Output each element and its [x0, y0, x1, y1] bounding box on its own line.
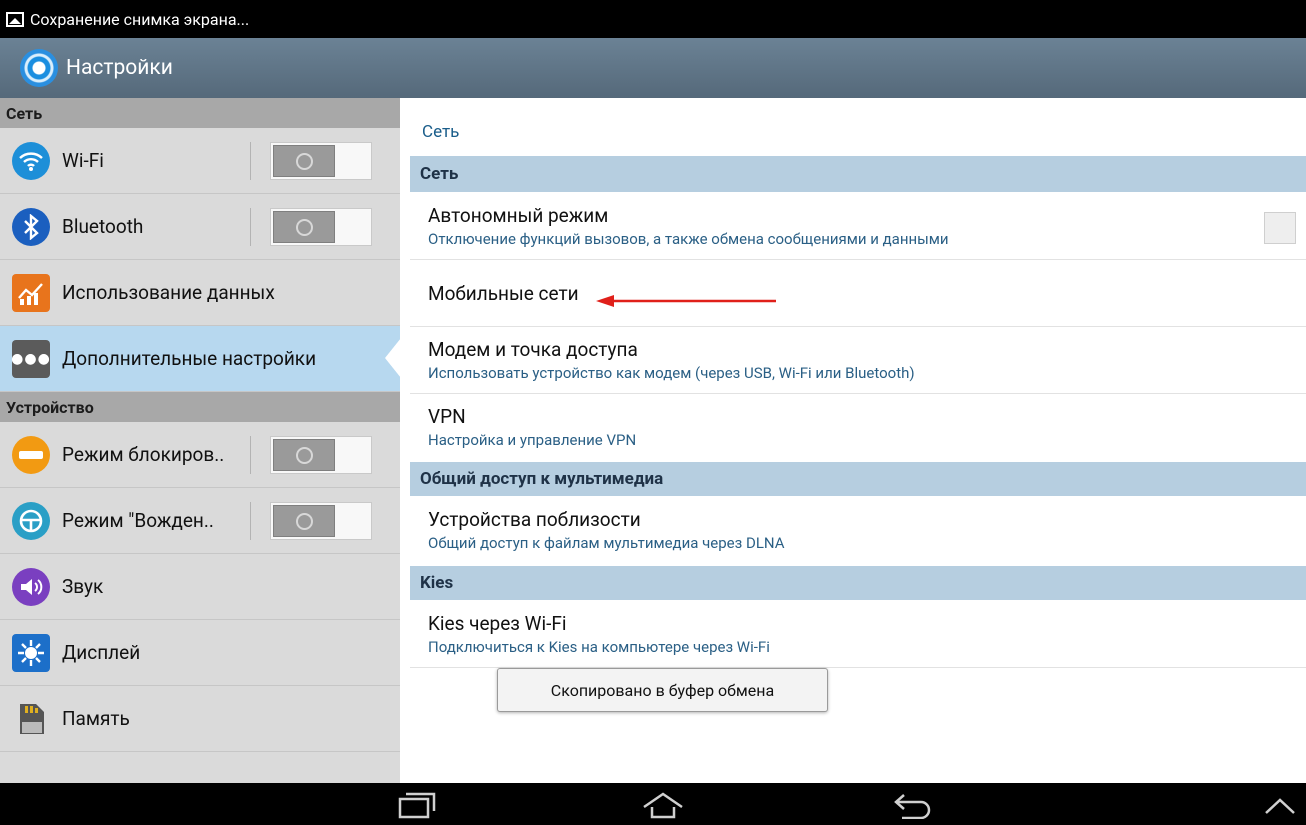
item-title: Мобильные сети [428, 281, 579, 305]
item-title: Kies через Wi-Fi [428, 611, 567, 635]
up-chevron-icon[interactable] [1262, 795, 1298, 817]
item-subtitle: Общий доступ к файлам мультимедиа через … [428, 534, 785, 552]
sidebar-item-label: Bluetooth [62, 215, 144, 238]
driving-icon [12, 501, 50, 540]
item-title: Устройства поблизости [428, 508, 641, 531]
driving-mode-toggle[interactable] [270, 502, 372, 540]
toggle-knob [273, 505, 335, 537]
sidebar-item-data-usage[interactable]: Использование данных [0, 260, 400, 326]
status-notification: Сохранение снимка экрана... [30, 9, 250, 29]
recent-apps-icon[interactable] [398, 791, 436, 819]
item-title: VPN [428, 405, 466, 428]
more-icon: ●●● [11, 339, 50, 378]
sidebar-item-bluetooth[interactable]: Bluetooth [0, 194, 400, 260]
tethering-item[interactable]: Модем и точка доступа Использовать устро… [410, 327, 1306, 394]
section-header-device: Устройство [0, 392, 400, 422]
settings-category-list[interactable]: Сеть Wi-Fi Bluetooth Использование данны… [0, 98, 400, 783]
sidebar-item-label: Режим "Вожден.. [62, 509, 214, 532]
sidebar-item-more-settings[interactable]: ●●● Дополнительные настройки [0, 326, 400, 392]
display-icon [12, 633, 50, 672]
sidebar-item-driving-mode[interactable]: Режим "Вожден.. [0, 488, 400, 554]
sidebar-item-storage[interactable]: Память [0, 686, 400, 752]
section-header-kies: Kies [410, 566, 1306, 600]
nearby-devices-item[interactable]: Устройства поблизости Общий доступ к фай… [410, 496, 1306, 564]
back-icon[interactable] [892, 791, 934, 819]
toggle-knob [273, 439, 335, 471]
section-header-network: Сеть [0, 98, 400, 128]
red-arrow-annotation [596, 295, 776, 307]
sidebar-item-label: Дополнительные настройки [62, 347, 317, 370]
sound-icon [12, 567, 50, 606]
block-icon [12, 435, 50, 474]
home-icon[interactable] [640, 791, 686, 819]
sidebar-item-block-mode[interactable]: Режим блокиров.. [0, 422, 400, 488]
airplane-mode-item[interactable]: Автономный режим Отключение функций вызо… [410, 192, 1306, 260]
sidebar-item-label: Дисплей [62, 641, 141, 664]
sidebar-item-label: Звук [62, 575, 104, 598]
divider [250, 436, 251, 474]
item-subtitle: Подключиться к Kies на компьютере через … [428, 637, 770, 656]
status-bar: Сохранение снимка экрана... [0, 0, 1306, 38]
airplane-mode-checkbox[interactable] [1264, 212, 1296, 244]
sidebar-item-display[interactable]: Дисплей [0, 620, 400, 686]
toggle-knob [273, 145, 335, 177]
sidebar-item-sound[interactable]: Звук [0, 554, 400, 620]
item-title: Модем и точка доступа [428, 338, 638, 361]
divider [250, 142, 251, 180]
bluetooth-toggle[interactable] [270, 208, 372, 246]
wifi-icon [12, 141, 50, 180]
block-mode-toggle[interactable] [270, 436, 372, 474]
sidebar-item-label: Использование данных [62, 281, 275, 304]
toast-message: Скопировано в буфер обмена [497, 668, 828, 712]
sidebar-item-label: Режим блокиров.. [62, 443, 225, 466]
storage-icon [12, 700, 50, 738]
screenshot-icon [6, 11, 24, 27]
sidebar-item-label: Память [62, 707, 130, 730]
screen: Сохранение снимка экрана... Настройки Се… [0, 0, 1306, 825]
data-usage-icon [12, 273, 50, 312]
navigation-bar [0, 783, 1306, 825]
item-subtitle: Настройка и управление VPN [428, 431, 637, 449]
item-title: Автономный режим [428, 203, 609, 227]
breadcrumb: Сеть [422, 122, 460, 142]
action-bar: Настройки [0, 38, 1306, 98]
selection-pointer [385, 338, 400, 378]
bluetooth-icon [12, 207, 50, 246]
item-subtitle: Использовать устройство как модем (через… [428, 364, 915, 382]
app-title: Настройки [66, 56, 173, 80]
item-subtitle: Отключение функций вызовов, а также обме… [428, 229, 949, 248]
mobile-networks-item[interactable]: Мобильные сети [410, 260, 1306, 327]
vpn-item[interactable]: VPN Настройка и управление VPN [410, 394, 1306, 460]
section-header-media-sharing: Общий доступ к мультимедиа [410, 462, 1306, 496]
toggle-knob [273, 211, 335, 243]
sidebar-item-wifi[interactable]: Wi-Fi [0, 128, 400, 194]
divider [250, 208, 251, 246]
section-header-network: Сеть [410, 156, 1306, 192]
settings-gear-icon[interactable] [20, 49, 58, 87]
kies-wifi-item[interactable]: Kies через Wi-Fi Подключиться к Kies на … [410, 600, 1306, 668]
sidebar-item-label: Wi-Fi [62, 149, 104, 172]
divider [250, 502, 251, 540]
wifi-toggle[interactable] [270, 142, 372, 180]
